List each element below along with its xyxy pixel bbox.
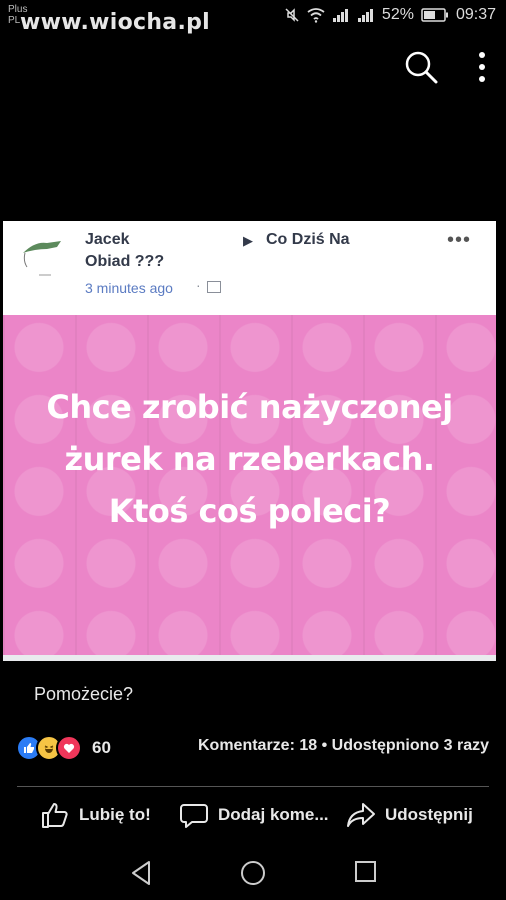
top-toolbar	[404, 50, 486, 84]
action-bar: Lubię to! Dodaj kome... Udostępnij	[0, 800, 506, 840]
share-label: Udostępnij	[385, 805, 473, 824]
avatar	[23, 241, 61, 276]
search-icon[interactable]	[404, 50, 438, 84]
post-image-background: Chce zrobić nażyczonej żurek na rzeberka…	[3, 315, 496, 655]
love-reaction-icon	[56, 735, 82, 761]
thumbs-up-icon	[42, 803, 68, 828]
status-icons: 52% 09:37	[284, 6, 496, 24]
like-label: Lubię to!	[79, 805, 151, 824]
reaction-summary[interactable]: 60	[16, 735, 111, 761]
post-more-icon[interactable]: •••	[447, 229, 471, 252]
comments-shares-stats[interactable]: Komentarze: 18 • Udostępniono 3 razy	[198, 737, 489, 755]
home-icon[interactable]	[240, 860, 266, 886]
group-arrow-icon: ▶	[243, 233, 253, 248]
share-icon	[347, 803, 375, 827]
watermark: www.wiocha.pl	[20, 10, 210, 35]
wifi-icon	[307, 8, 325, 23]
post-image-text: Chce zrobić nażyczonej żurek na rzeberka…	[46, 388, 453, 530]
comment-button[interactable]: Dodaj kome...	[179, 800, 329, 830]
post-timestamp[interactable]: 3 minutes ago	[85, 280, 173, 296]
comment-label: Dodaj kome...	[218, 805, 329, 824]
overflow-menu-icon[interactable]	[478, 51, 486, 83]
shared-post-image[interactable]: Jacek ▶ Co Dziś Na Obiad ??? 3 minutes a…	[3, 221, 496, 661]
recent-apps-icon[interactable]	[354, 860, 378, 884]
battery-icon	[421, 8, 448, 22]
comment-icon	[180, 804, 208, 828]
post-caption: Pomożecie?	[34, 684, 134, 704]
battery-percent: 52%	[381, 6, 414, 23]
timestamp-separator: ·	[196, 277, 201, 293]
signal-icon-2	[357, 9, 373, 22]
post-author[interactable]: Jacek	[85, 231, 130, 249]
back-icon[interactable]	[130, 860, 152, 886]
post-group-continued[interactable]: Obiad ???	[85, 253, 164, 271]
mute-icon	[285, 8, 299, 22]
post-group[interactable]: Co Dziś Na	[266, 231, 350, 249]
system-navigation-bar	[0, 848, 506, 900]
signal-icon	[332, 9, 348, 22]
reaction-count: 60	[92, 738, 111, 757]
post-header: Jacek ▶ Co Dziś Na Obiad ??? 3 minutes a…	[3, 221, 496, 315]
audience-icon	[207, 281, 221, 293]
clock: 09:37	[455, 6, 496, 23]
like-button[interactable]: Lubię to!	[40, 800, 151, 830]
divider	[17, 786, 489, 787]
card-bottom-strip	[3, 655, 496, 661]
share-button[interactable]: Udostępnij	[346, 800, 473, 830]
